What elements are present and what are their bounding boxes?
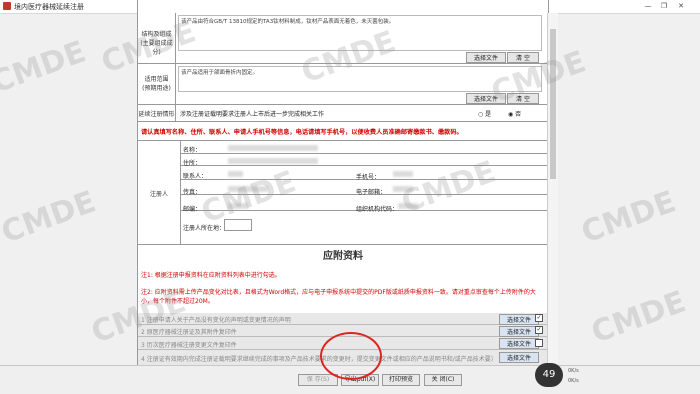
download-speed: 0K/s [568, 378, 579, 384]
change-label: 延续注册情形 [138, 111, 175, 118]
attachment-item: 1 注册申请人关于产品没有变化的声明或变更情况的声明 选择文件 [138, 313, 548, 325]
scrollbar-thumb[interactable] [550, 29, 556, 179]
watermark: CMDE [0, 34, 91, 101]
composition-select-file-button[interactable]: 选择文件 [466, 52, 506, 63]
note-1: 注1: 根据注册申报资料在应附资料列表中进行勾选。 [141, 272, 281, 279]
change-text: 涉及注册证载明要求注册人上市后进一步完成相关工作 [180, 111, 325, 118]
watermark: CMDE [576, 184, 681, 251]
attachment-checkbox-3[interactable] [535, 339, 543, 347]
save-button[interactable]: 保 存(S) [298, 374, 338, 386]
name-field[interactable] [228, 145, 318, 151]
address-field[interactable] [228, 158, 318, 164]
timer-badge: 49 [535, 363, 563, 387]
close-button[interactable]: 关 闭(C) [424, 374, 462, 386]
minimize-button[interactable]: — [642, 1, 654, 11]
attachment-select-file-button[interactable]: 选择文件 [499, 338, 539, 349]
registrant-label: 注册人 [149, 191, 168, 198]
window-title: 境内医疗器械延续注册 [14, 3, 84, 11]
upload-speed: 0K/s [568, 368, 579, 374]
attachment-checkbox-2[interactable]: ✓ [535, 326, 543, 334]
watermark: CMDE [586, 284, 691, 351]
app-icon [3, 2, 11, 10]
scope-label: 适用范围 (预期用途) [142, 76, 171, 92]
attachment-checkbox-1[interactable]: ✓ [535, 314, 543, 322]
print-preview-button[interactable]: 打印预览 [382, 374, 420, 386]
change-row: 延续注册情形 涉及注册证载明要求注册人上市后进一步完成相关工作 ○ 是 ◉ 否 [138, 105, 548, 122]
watermark: CMDE [0, 184, 101, 251]
post-label: 邮编： [183, 206, 202, 213]
attachment-select-file-button[interactable]: 选择文件 [499, 326, 539, 337]
attachment-select-file-button[interactable]: 选择文件 [499, 314, 539, 325]
radio-yes[interactable]: ○ 是 [478, 109, 491, 118]
attachment-select-file-button[interactable]: 选择文件 [499, 352, 539, 363]
radio-no[interactable]: ◉ 否 [508, 109, 521, 118]
highlight-circle [320, 332, 382, 380]
attachments-heading: 应附资料 [323, 251, 363, 262]
close-window-button[interactable]: ✕ [675, 1, 687, 11]
restore-button[interactable]: ❐ [658, 1, 670, 11]
notice-text: 请认真填写名称、住所、联系人、申请人手机号等信息，电话请填写手机号，以便收费人员… [141, 129, 463, 136]
contact-field[interactable] [228, 171, 243, 177]
note-2: 注2: 应附资料需上传产品变化对比表，且格式为Word格式，应与电子申报系统中提… [141, 289, 536, 305]
mobile-field[interactable] [393, 171, 413, 177]
org-code-label: 组织机构代码： [356, 206, 399, 213]
